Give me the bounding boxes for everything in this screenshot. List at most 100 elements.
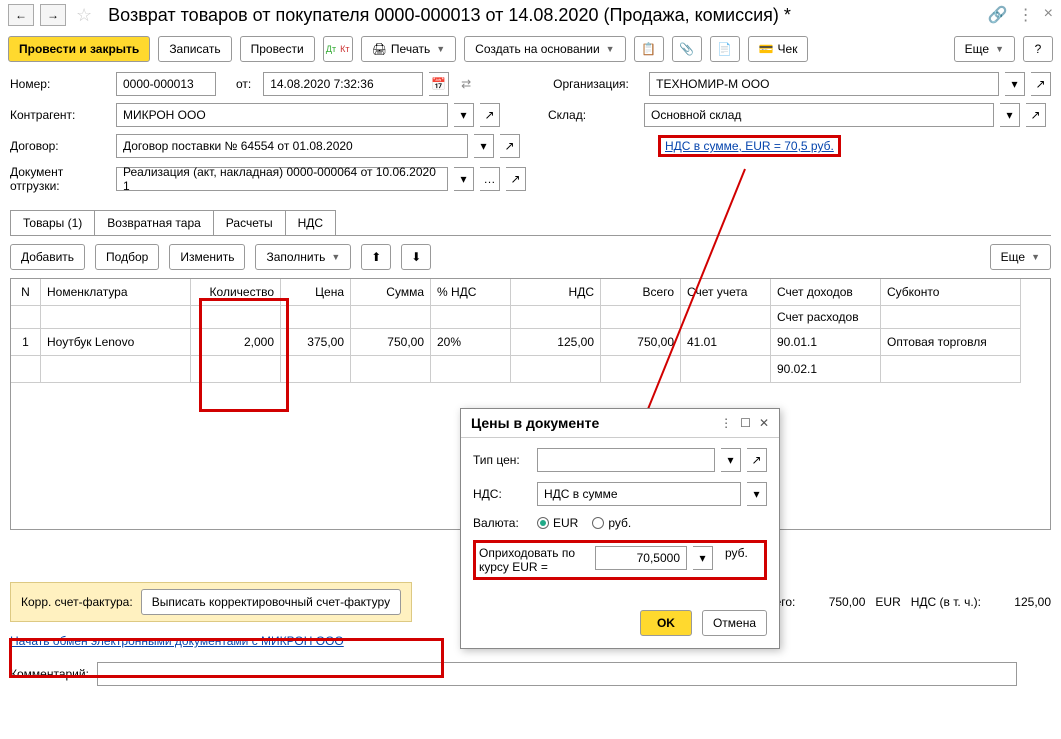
dropdown-icon[interactable]: ▾ [1005, 72, 1025, 96]
open-icon[interactable]: ↗ [1031, 72, 1051, 96]
open-icon[interactable]: ↗ [500, 134, 520, 158]
table-row[interactable]: 1 Ноутбук Lenovo 2,000 375,00 750,00 20%… [11, 329, 1050, 356]
create-based-button[interactable]: Создать на основании ▼ [464, 36, 625, 62]
org-label: Организация: [553, 77, 643, 91]
attach-button[interactable]: 📎 [672, 36, 702, 62]
move-up-button[interactable]: ⬆ [361, 244, 391, 270]
dropdown-icon[interactable]: ▾ [721, 448, 741, 472]
pick-button[interactable]: Подбор [95, 244, 159, 270]
open-icon[interactable]: ↗ [506, 167, 526, 191]
contract-label: Договор: [10, 139, 110, 153]
rate-input[interactable]: 70,5000 [595, 546, 687, 570]
check-button[interactable]: 💳 Чек [748, 36, 809, 62]
totals-cur: EUR [875, 595, 900, 609]
dialog-title: Цены в документе [471, 415, 599, 431]
open-icon[interactable]: ↗ [480, 103, 500, 127]
nav-back[interactable]: ← [8, 4, 34, 26]
radio-eur[interactable]: EUR [537, 516, 578, 530]
dialog-max-icon[interactable]: ☐ [740, 416, 751, 430]
copy-button[interactable]: 📋 [634, 36, 664, 62]
close-icon[interactable]: × [1044, 5, 1053, 25]
invoice-label: Корр. счет-фактура: [21, 595, 133, 609]
dropdown-icon[interactable]: ▾ [1000, 103, 1020, 127]
help-button[interactable]: ? [1023, 36, 1053, 62]
nav-forward[interactable]: → [40, 4, 66, 26]
print-button[interactable]: 🖨 Печать ▼ [361, 36, 456, 62]
open-icon[interactable]: ↗ [747, 448, 767, 472]
dialog-more-icon[interactable]: ⋮ [720, 416, 732, 430]
ship-input[interactable]: Реализация (акт, накладная) 0000-000064 … [116, 167, 448, 191]
col-vatp: % НДС [431, 279, 511, 306]
totals-sum: 750,00 [805, 595, 865, 609]
more-button[interactable]: Еще ▼ [954, 36, 1015, 62]
dropdown-icon[interactable]: ▾ [454, 167, 474, 191]
tab-calc[interactable]: Расчеты [213, 210, 286, 235]
date-label: от: [236, 77, 251, 91]
chevron-down-icon: ▼ [995, 44, 1004, 54]
chevron-down-icon: ▼ [331, 252, 340, 262]
radio-rub[interactable]: руб. [592, 516, 631, 530]
open-icon[interactable]: ↗ [1026, 103, 1046, 127]
chevron-down-icon: ▼ [606, 44, 615, 54]
write-button[interactable]: Записать [158, 36, 231, 62]
tab-tare[interactable]: Возвратная тара [94, 210, 214, 235]
col-price: Цена [281, 279, 351, 306]
col-exp: Счет расходов [771, 306, 881, 329]
col-acct: Счет учета [681, 279, 771, 306]
edit-button[interactable]: Изменить [169, 244, 245, 270]
col-sum: Сумма [351, 279, 431, 306]
post-close-button[interactable]: Провести и закрыть [8, 36, 150, 62]
date-input[interactable]: 14.08.2020 7:32:36 [263, 72, 423, 96]
dropdown-icon[interactable]: ▾ [693, 546, 713, 570]
dtct-button[interactable]: ДтКт [323, 36, 353, 62]
price-type-label: Тип цен: [473, 453, 531, 467]
cancel-button[interactable]: Отмена [702, 610, 767, 636]
table-more-button[interactable]: Еще ▼ [990, 244, 1051, 270]
move-down-button[interactable]: ⬇ [401, 244, 431, 270]
more-icon[interactable]: ⋮ [1018, 5, 1034, 25]
dialog-close-icon[interactable]: ✕ [759, 416, 769, 430]
number-label: Номер: [10, 77, 110, 91]
chevron-down-icon: ▼ [1031, 252, 1040, 262]
number-input[interactable]: 0000-000013 [116, 72, 216, 96]
col-total: Всего [601, 279, 681, 306]
whs-input[interactable]: Основной склад [644, 103, 994, 127]
dlg-vat-input[interactable]: НДС в сумме [537, 482, 741, 506]
calendar-icon[interactable]: 📅 [429, 72, 449, 96]
write-invoice-button[interactable]: Выписать корректировочный счет-фактуру [141, 589, 401, 615]
col-nom: Номенклатура [41, 279, 191, 306]
dropdown-icon[interactable]: ▾ [454, 103, 474, 127]
date-extra-icon[interactable]: ⇄ [461, 77, 471, 91]
ellipsis-icon[interactable]: … [480, 167, 500, 191]
contragent-input[interactable]: МИКРОН ООО [116, 103, 448, 127]
edo-link[interactable]: Начать обмен электронными документами с … [10, 634, 344, 648]
org-input[interactable]: ТЕХНОМИР-М ООО [649, 72, 999, 96]
link-icon[interactable]: 🔗 [988, 5, 1008, 25]
currency-label: Валюта: [473, 516, 531, 530]
star-icon[interactable]: ☆ [76, 5, 92, 26]
table-row[interactable]: 90.02.1 [11, 356, 1050, 383]
chevron-down-icon: ▼ [436, 44, 445, 54]
dropdown-icon[interactable]: ▾ [747, 482, 767, 506]
ship-label: Документ отгрузки: [10, 165, 110, 193]
fill-button[interactable]: Заполнить ▼ [255, 244, 351, 270]
col-vat: НДС [511, 279, 601, 306]
dlg-vat-label: НДС: [473, 487, 531, 501]
post-button[interactable]: Провести [240, 36, 315, 62]
rate-label: Оприходовать по курсу EUR = [479, 546, 589, 574]
document-title: Возврат товаров от покупателя 0000-00001… [108, 5, 982, 26]
contract-input[interactable]: Договор поставки № 64554 от 01.08.2020 [116, 134, 468, 158]
add-button[interactable]: Добавить [10, 244, 85, 270]
col-inc: Счет доходов [771, 279, 881, 306]
comment-input[interactable] [97, 662, 1017, 686]
tab-vat[interactable]: НДС [285, 210, 336, 235]
ok-button[interactable]: OK [640, 610, 692, 636]
check-icon: 💳 [759, 42, 774, 56]
tab-goods[interactable]: Товары (1) [10, 210, 95, 235]
report-button[interactable]: 📄 [710, 36, 740, 62]
vat-link[interactable]: НДС в сумме, EUR = 70,5 руб. [658, 135, 841, 157]
contragent-label: Контрагент: [10, 108, 110, 122]
dropdown-icon[interactable]: ▾ [474, 134, 494, 158]
price-type-input[interactable] [537, 448, 715, 472]
col-sub: Субконто [881, 279, 1021, 306]
